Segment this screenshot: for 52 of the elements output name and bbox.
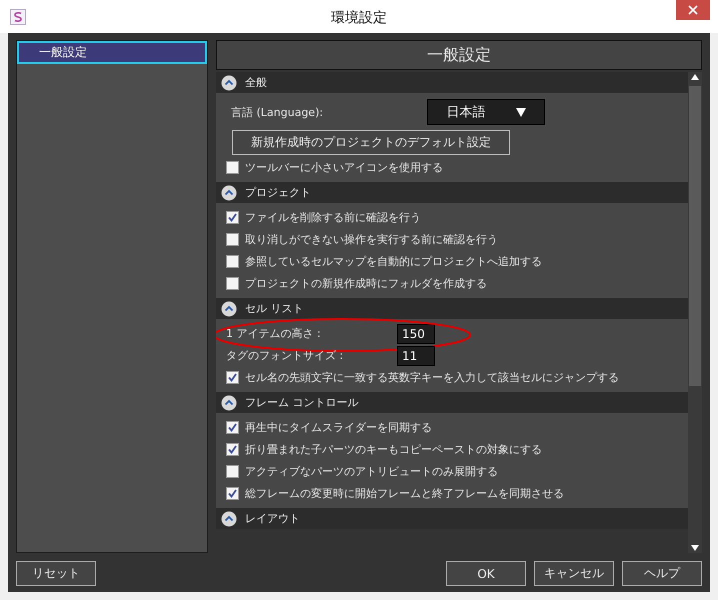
sidebar-item[interactable]: 一般設定 xyxy=(17,41,207,64)
default-settings-button[interactable]: 新規作成時のプロジェクトのデフォルト設定 xyxy=(232,130,510,154)
checkbox-label: セル名の先頭文字に一致する英数字キーを入力して該当セルにジャンプする xyxy=(245,370,619,385)
checkbox[interactable] xyxy=(226,233,239,246)
dialog-button[interactable]: OK xyxy=(446,561,526,586)
scrollbar[interactable] xyxy=(688,72,702,553)
section-title[interactable]: 全般 xyxy=(245,75,267,90)
reset-button[interactable]: リセット xyxy=(16,561,96,586)
checkbox[interactable] xyxy=(226,161,239,174)
chevron-up-icon[interactable] xyxy=(221,394,237,410)
scroll-up-icon[interactable] xyxy=(690,72,700,82)
checkbox-label: ツールバーに小さいアイコンを使用する xyxy=(245,160,443,175)
number-field[interactable]: 11 xyxy=(397,346,435,366)
language-label: 言語 (Language): xyxy=(231,104,324,120)
checkbox[interactable] xyxy=(226,277,239,290)
checkbox[interactable] xyxy=(226,465,239,478)
field-label: タグのフォントサイズ : xyxy=(226,348,344,363)
chevron-up-icon[interactable] xyxy=(221,300,237,316)
checkbox[interactable] xyxy=(226,443,239,456)
checkbox[interactable] xyxy=(226,421,239,434)
language-dropdown[interactable]: 日本語 xyxy=(427,99,545,125)
chevron-up-icon[interactable] xyxy=(221,184,237,200)
checkbox-label: 総フレームの変更時に開始フレームと終了フレームを同期させる xyxy=(245,486,564,501)
checkbox-label: 取り消しができない操作を実行する前に確認を行う xyxy=(245,232,498,247)
close-button[interactable] xyxy=(676,0,710,20)
panel-title: 一般設定 xyxy=(216,40,702,70)
close-icon[interactable] xyxy=(688,5,698,15)
number-field[interactable]: 150 xyxy=(397,324,435,344)
checkbox-label: 折り畳まれた子パーツのキーもコピーペーストの対象にする xyxy=(245,442,542,457)
chevron-up-icon[interactable] xyxy=(221,74,237,90)
section-title[interactable]: セル リスト xyxy=(245,301,304,316)
field-label: 1 アイテムの高さ : xyxy=(226,326,322,341)
checkbox-label: プロジェクトの新規作成時にフォルダを作成する xyxy=(245,276,487,291)
window-title: 環境設定 xyxy=(331,10,387,26)
scroll-thumb[interactable] xyxy=(689,86,701,386)
checkbox[interactable] xyxy=(226,487,239,500)
app-icon xyxy=(10,8,26,24)
dialog-button[interactable]: ヘルプ xyxy=(622,561,702,586)
checkbox[interactable] xyxy=(226,371,239,384)
dialog-button[interactable]: キャンセル xyxy=(534,561,614,586)
dropdown-arrow-icon xyxy=(516,107,526,117)
section-title[interactable]: レイアウト xyxy=(245,511,300,526)
checkbox[interactable] xyxy=(226,255,239,268)
checkbox-label: 再生中にタイムスライダーを同期する xyxy=(245,420,432,435)
scroll-down-icon[interactable] xyxy=(690,543,700,553)
checkbox-label: ファイルを削除する前に確認を行う xyxy=(245,210,421,225)
checkbox-label: 参照しているセルマップを自動的にプロジェクトへ追加する xyxy=(245,254,542,269)
checkbox-label: アクティブなパーツのアトリビュートのみ展開する xyxy=(245,464,498,479)
section-title[interactable]: プロジェクト xyxy=(245,185,311,200)
section-title[interactable]: フレーム コントロール xyxy=(245,395,358,410)
chevron-up-icon[interactable] xyxy=(221,510,237,526)
checkbox[interactable] xyxy=(226,211,239,224)
